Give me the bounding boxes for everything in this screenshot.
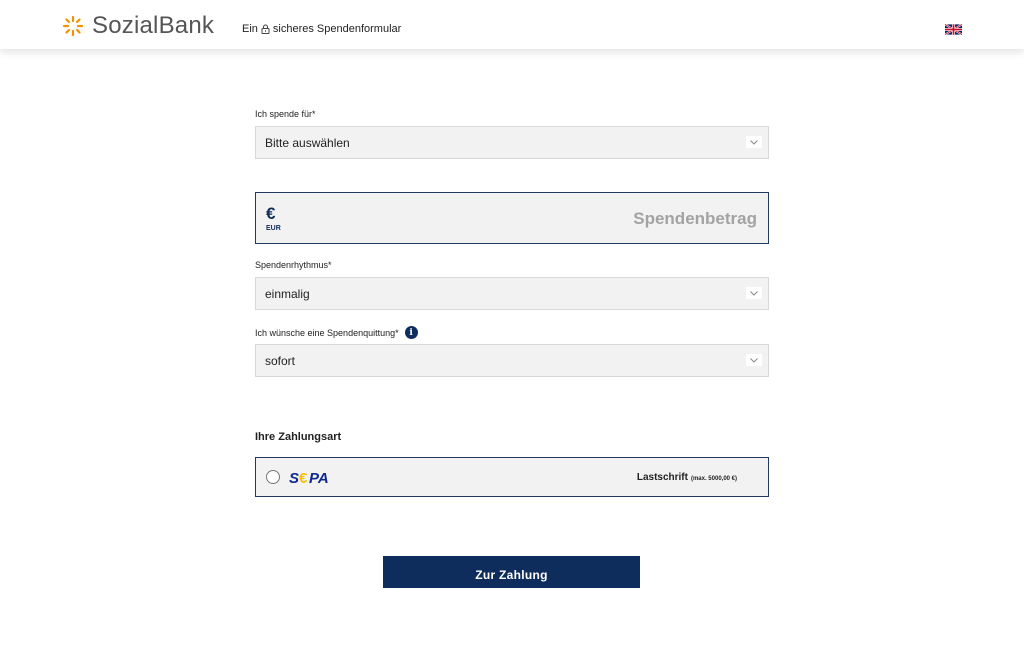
- lock-icon: [261, 24, 270, 34]
- payment-limit-note: (max. 5000,00 €): [690, 476, 737, 482]
- purpose-select[interactable]: Bitte auswählen: [255, 126, 769, 159]
- chevron-down-icon: [746, 136, 762, 148]
- chevron-down-icon: [746, 287, 762, 299]
- lastschrift-text: Lastschrift: [636, 472, 688, 483]
- svg-text:€: €: [299, 470, 308, 485]
- receipt-label-row: Ich wünsche eine Spendenquittung* i: [255, 326, 418, 339]
- euro-symbol: €: [266, 204, 276, 223]
- tagline-suffix: sicheres Spendenformular: [272, 23, 402, 35]
- sozialbank-logo[interactable]: SozialBank: [62, 14, 214, 38]
- donation-amount-input[interactable]: € EUR Spendenbetrag: [255, 192, 769, 244]
- payment-option-sepa[interactable]: S € PA Lastschrift (max. 5000,00 €): [255, 457, 769, 497]
- submit-payment-button[interactable]: Zur Zahlung: [383, 556, 640, 588]
- receipt-label: Ich wünsche eine Spendenquittung*: [255, 327, 399, 338]
- amount-placeholder: Spendenbetrag: [633, 209, 757, 228]
- currency-code: EUR: [266, 225, 281, 232]
- rhythm-select-value: einmalig: [265, 286, 310, 301]
- logo-text: SozialBank: [92, 12, 215, 39]
- payment-method-label: Lastschrift (max. 5000,00 €): [637, 472, 737, 483]
- payment-section-title: Ihre Zahlungsart: [255, 431, 342, 443]
- uk-flag-icon[interactable]: [945, 24, 962, 35]
- purpose-select-value: Bitte auswählen: [265, 135, 350, 150]
- receipt-select-value: sofort: [265, 353, 296, 368]
- svg-text:S: S: [289, 470, 299, 485]
- rhythm-label: Spendenrhythmus*: [255, 260, 332, 270]
- svg-text:PA: PA: [309, 470, 329, 485]
- sparkle-logo-icon: [62, 15, 84, 37]
- sepa-logo-icon: S € PA: [289, 470, 329, 485]
- tagline-prefix: Ein: [242, 23, 258, 35]
- sepa-radio[interactable]: [266, 470, 280, 484]
- rhythm-select[interactable]: einmalig: [255, 277, 769, 310]
- receipt-select[interactable]: sofort: [255, 344, 769, 377]
- secure-form-tagline: Ein sicheres Spendenformular: [242, 23, 401, 35]
- info-icon[interactable]: i: [404, 326, 418, 339]
- chevron-down-icon: [746, 354, 762, 366]
- purpose-label: Ich spende für*: [255, 109, 316, 119]
- site-header: SozialBank Ein sicheres Spendenformular: [0, 0, 1024, 49]
